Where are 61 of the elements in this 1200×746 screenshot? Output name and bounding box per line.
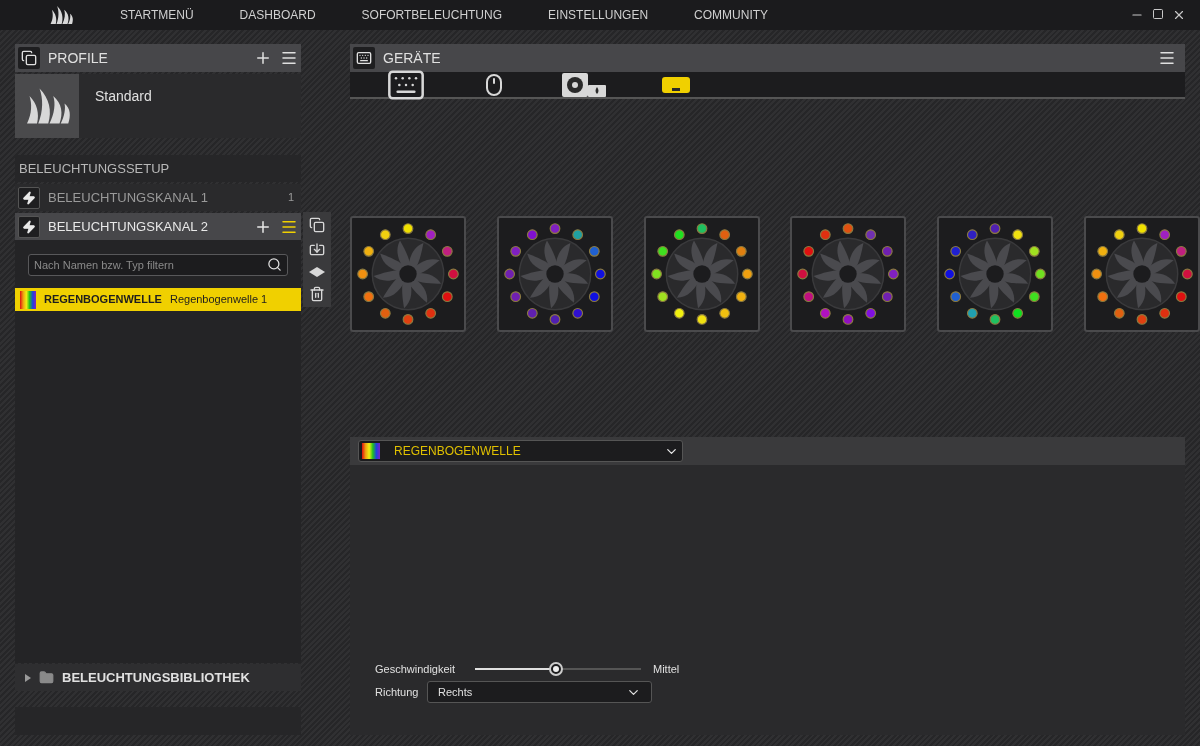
effect-dropdown[interactable]: REGENBOGENWELLE xyxy=(358,440,683,462)
fan-icon xyxy=(665,237,739,311)
nav-tab[interactable]: COMMUNITY xyxy=(694,6,769,24)
filter-search-field[interactable]: Nach Namen bzw. Typ filtern xyxy=(28,254,288,276)
add-icon[interactable] xyxy=(254,49,272,67)
effect-name: Regenbogenwelle 1 xyxy=(169,292,268,308)
nav-tab[interactable]: SOFORTBELEUCHTUNG xyxy=(361,6,503,24)
channel-count: 1 xyxy=(287,190,294,206)
fan-tile[interactable] xyxy=(790,216,907,332)
effect-type: REGENBOGENWELLE xyxy=(44,292,162,308)
import-icon[interactable] xyxy=(309,242,325,258)
nav-tab[interactable]: DASHBOARD xyxy=(239,6,316,24)
copy-icon[interactable] xyxy=(309,217,325,233)
fan-icon xyxy=(371,237,445,311)
direction-label: Richtung xyxy=(375,684,420,700)
devices-title: GERÄTE xyxy=(383,48,441,68)
fan-icon xyxy=(518,237,592,311)
search-icon xyxy=(267,257,282,272)
setup-header: BELEUCHTUNGSSETUP xyxy=(15,155,301,182)
expand-arrow-icon[interactable] xyxy=(25,673,31,682)
close-icon[interactable] xyxy=(1172,8,1186,22)
rainbow-swatch xyxy=(362,443,380,459)
effect-row[interactable]: REGENBOGENWELLE Regenbogenwelle 1 xyxy=(15,288,301,311)
fan-icon xyxy=(1105,237,1179,311)
direction-dropdown[interactable]: Rechts xyxy=(427,681,652,703)
channel-name: BELEUCHTUNGSKANAL 2 xyxy=(48,217,208,236)
slider-thumb[interactable] xyxy=(549,661,564,676)
diamond-icon[interactable] xyxy=(309,267,325,277)
fan-icon xyxy=(958,237,1032,311)
speed-reading: Mittel xyxy=(653,661,680,677)
cooler-device[interactable] xyxy=(562,72,606,97)
menu-icon[interactable] xyxy=(280,49,298,67)
speed-slider[interactable] xyxy=(475,661,641,676)
speed-label: Geschwindigkeit xyxy=(375,661,457,677)
library-header[interactable]: BELEUCHTUNGSBIBLIOTHEK xyxy=(15,664,301,691)
maximize-icon[interactable] xyxy=(1152,8,1164,20)
nav-tab[interactable]: EINSTELLUNGEN xyxy=(548,6,649,24)
fan-tile[interactable] xyxy=(643,216,760,332)
profile-item[interactable]: Standard xyxy=(15,74,301,138)
nav-tab[interactable]: STARTMENÜ xyxy=(120,6,194,24)
profiles-icon xyxy=(18,47,40,69)
folder-icon xyxy=(39,670,54,685)
channel-row[interactable]: BELEUCHTUNGSKANAL 1 1 xyxy=(15,184,301,211)
delete-icon[interactable] xyxy=(309,286,325,302)
fan-tile[interactable] xyxy=(1084,216,1200,332)
controller-device[interactable] xyxy=(662,76,690,93)
channel-name: BELEUCHTUNGSKANAL 1 xyxy=(48,188,208,207)
lightning-icon xyxy=(18,186,40,209)
menu-icon[interactable] xyxy=(1158,49,1176,67)
channel-row[interactable]: BELEUCHTUNGSKANAL 2 xyxy=(15,213,301,240)
fan-icon xyxy=(811,237,885,311)
keyboard-icon xyxy=(353,47,375,69)
fan-tile[interactable] xyxy=(350,216,466,332)
profiles-title: PROFILE xyxy=(48,48,108,68)
lightning-icon xyxy=(18,215,40,238)
sail-logo xyxy=(48,4,74,26)
rainbow-swatch xyxy=(20,290,36,309)
profile-name: Standard xyxy=(95,87,152,106)
fan-tile[interactable] xyxy=(496,216,613,332)
library-title: BELEUCHTUNGSBIBLIOTHEK xyxy=(62,668,250,687)
fan-tile[interactable] xyxy=(937,216,1054,332)
